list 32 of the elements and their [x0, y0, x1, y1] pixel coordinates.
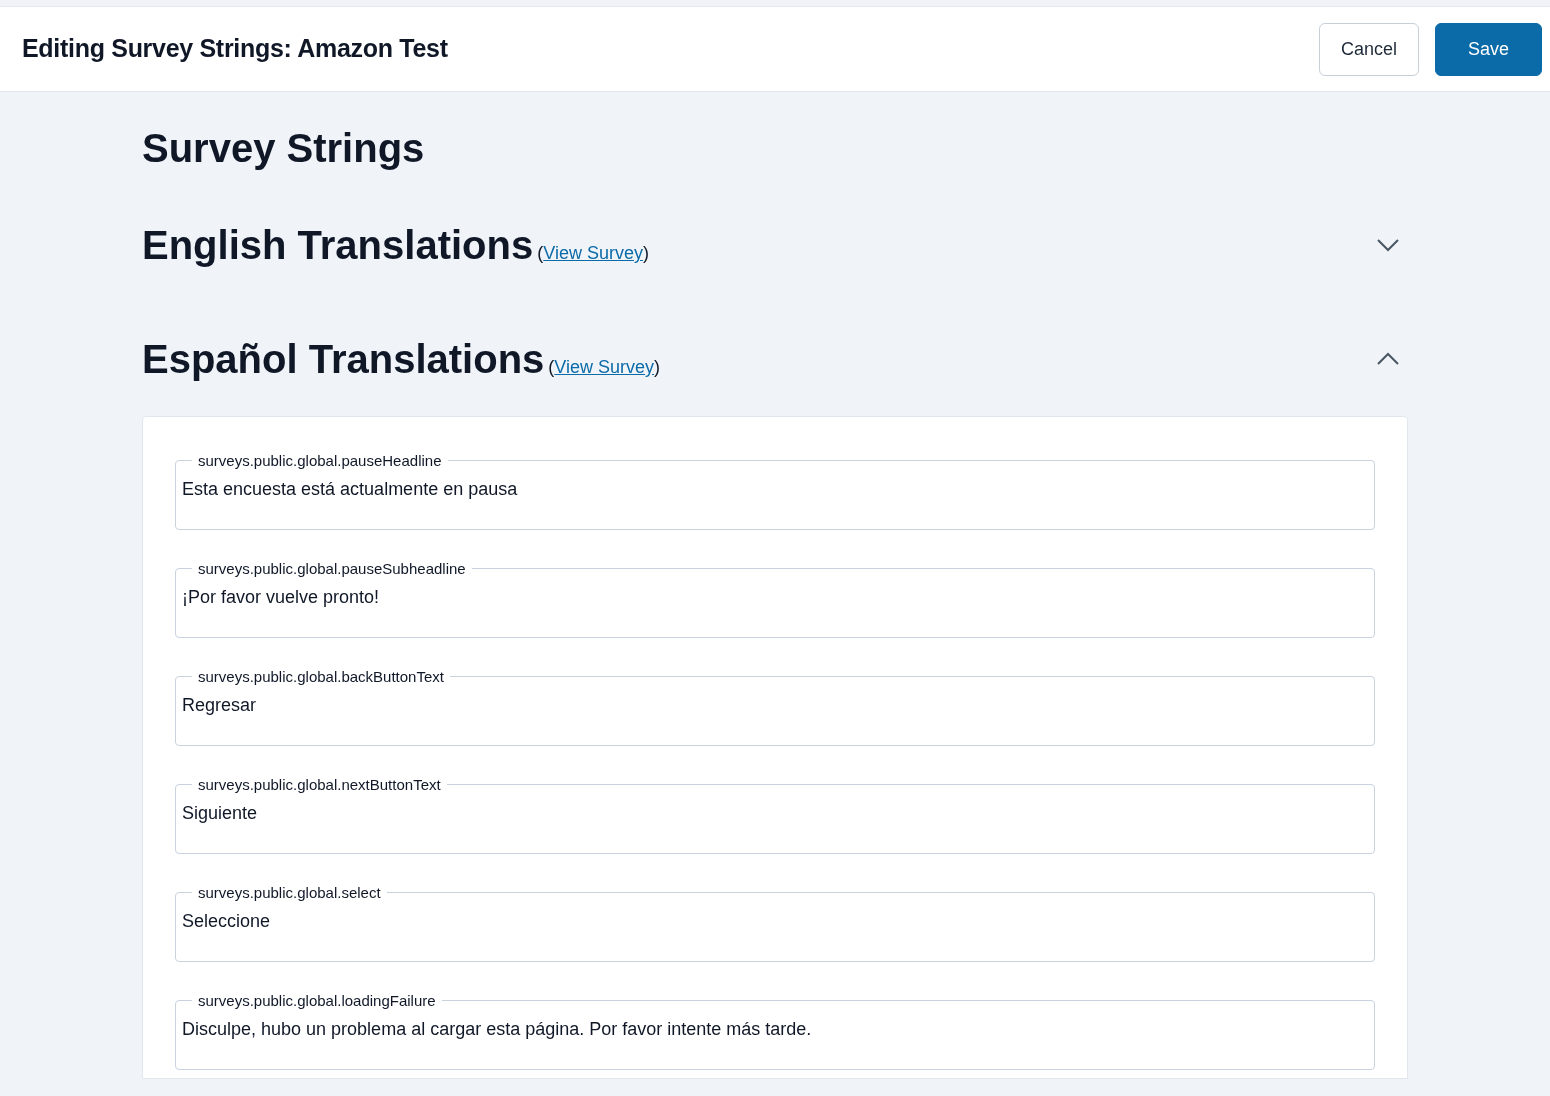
field-label: surveys.public.global.pauseHeadline	[197, 453, 443, 468]
save-button[interactable]: Save	[1434, 22, 1542, 76]
field-label: surveys.public.global.loadingFailure	[197, 993, 437, 1008]
parenthesis: (	[548, 356, 555, 379]
view-survey-link[interactable]: View Survey	[543, 240, 643, 267]
field-label: surveys.public.global.pauseSubheadline	[197, 561, 467, 576]
text-field[interactable]: surveys.public.global.select Seleccione	[175, 885, 1375, 962]
text-field[interactable]: surveys.public.global.pauseHeadline Esta encuesta está actualmente en pausa	[175, 453, 1375, 530]
field-value-input[interactable]: ¡Por favor vuelve pronto!	[182, 576, 1368, 611]
cancel-button[interactable]: Cancel	[1318, 22, 1419, 76]
field-value-input[interactable]: Esta encuesta está actualmente en pausa	[182, 468, 1368, 503]
section-heading: English Translations	[142, 222, 534, 269]
view-survey-link[interactable]: View Survey	[554, 354, 655, 381]
section-heading: Español Translations	[142, 336, 545, 383]
text-field[interactable]: surveys.public.global.pauseSubheadline ¡Por favor vuelve pronto!	[175, 561, 1375, 638]
chevron-down-icon[interactable]	[1376, 238, 1400, 252]
text-field[interactable]: surveys.public.global.loadingFailure Disculpe, hubo un problema al cargar esta página. Por favor intente más tarde.	[175, 993, 1375, 1070]
page-header-title: Editing Survey Strings: Amazon Test	[22, 33, 448, 65]
page-title: Survey Strings	[142, 125, 426, 172]
field-value-input[interactable]: Siguiente	[182, 792, 1368, 827]
field-value-input[interactable]: Disculpe, hubo un problema al cargar esta página. Por favor intente más tarde.	[182, 1008, 1368, 1043]
chevron-up-icon[interactable]	[1376, 352, 1400, 366]
field-value-input[interactable]: Seleccione	[182, 900, 1368, 935]
field-label: surveys.public.global.backButtonText	[197, 669, 445, 684]
text-field[interactable]: surveys.public.global.nextButtonText Siguiente	[175, 777, 1375, 854]
field-value-input[interactable]: Regresar	[182, 684, 1368, 719]
parenthesis: )	[642, 242, 649, 265]
parenthesis: (	[537, 242, 544, 265]
parenthesis: )	[654, 356, 661, 379]
field-label: surveys.public.global.nextButtonText	[197, 777, 442, 792]
text-field[interactable]: surveys.public.global.backButtonText Regresar	[175, 669, 1375, 746]
field-label: surveys.public.global.select	[197, 885, 382, 900]
